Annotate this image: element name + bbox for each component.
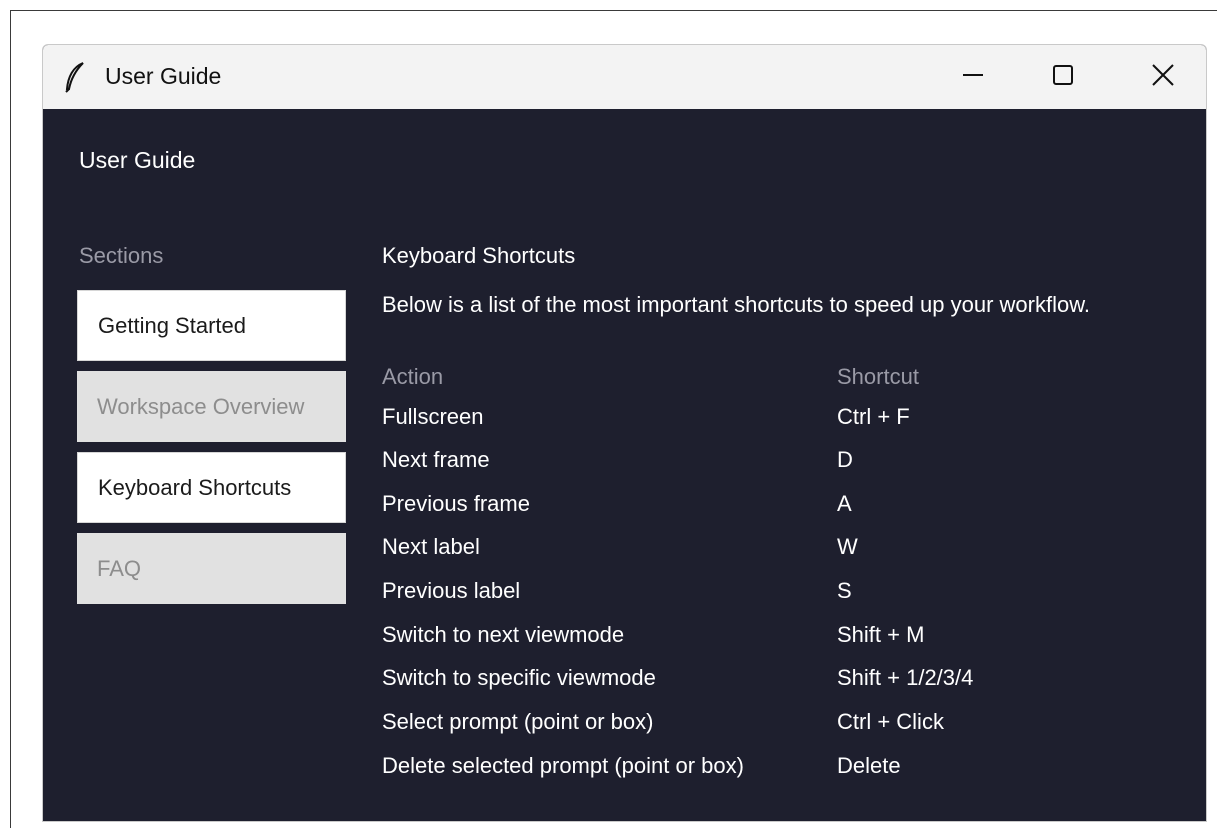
maximize-button[interactable] — [1018, 45, 1108, 109]
shortcut-cell: Ctrl + F — [837, 404, 910, 429]
action-cell: Select prompt (point or box) — [382, 709, 654, 734]
action-cell: Next frame — [382, 447, 490, 472]
close-button[interactable] — [1118, 45, 1206, 109]
action-cell: Delete selected prompt (point or box) — [382, 753, 744, 778]
shortcut-cell: Delete — [837, 753, 901, 778]
action-cell: Next label — [382, 534, 480, 559]
table-row: Previous label S — [382, 578, 1182, 618]
feather-icon — [63, 61, 87, 93]
sidebar-item-getting-started[interactable]: Getting Started — [77, 290, 346, 361]
sidebar-item-workspace-overview[interactable]: Workspace Overview — [77, 371, 346, 442]
section-description: Below is a list of the most important sh… — [382, 292, 1090, 317]
shortcut-cell: A — [837, 491, 852, 516]
sidebar-item-faq[interactable]: FAQ — [77, 533, 346, 604]
table-row: Switch to specific viewmode Shift + 1/2/… — [382, 665, 1182, 705]
table-row: Select prompt (point or box) Ctrl + Clic… — [382, 709, 1182, 749]
sidebar-item-keyboard-shortcuts[interactable]: Keyboard Shortcuts — [77, 452, 346, 523]
table-row: Previous frame A — [382, 491, 1182, 531]
guide-content: User Guide Sections Getting Started Work… — [43, 109, 1206, 821]
shortcut-cell: Ctrl + Click — [837, 709, 944, 734]
shortcut-cell: S — [837, 578, 852, 603]
action-cell: Switch to specific viewmode — [382, 665, 656, 690]
action-cell: Switch to next viewmode — [382, 622, 625, 647]
screen-frame: User Guide User Guide Sections Getting S… — [10, 10, 1217, 828]
user-guide-window: User Guide User Guide Sections Getting S… — [42, 44, 1207, 822]
action-cell: Previous label — [382, 578, 521, 603]
action-cell: Previous frame — [382, 491, 530, 516]
table-row: Next label W — [382, 534, 1182, 574]
section-title: Keyboard Shortcuts — [382, 243, 576, 268]
shortcut-cell: Shift + 1/2/3/4 — [837, 665, 974, 690]
shortcut-cell: Shift + M — [837, 622, 925, 647]
minimize-icon — [963, 65, 983, 90]
shortcut-cell: W — [837, 534, 858, 559]
shortcut-cell: D — [837, 447, 853, 472]
sections-label: Sections — [79, 243, 164, 268]
close-icon — [1152, 63, 1174, 91]
table-row: Next frame D — [382, 447, 1182, 487]
table-row: Delete selected prompt (point or box) De… — [382, 753, 1182, 793]
column-header-action: Action — [382, 364, 444, 389]
table-row: Fullscreen Ctrl + F — [382, 404, 1182, 444]
action-cell: Fullscreen — [382, 404, 484, 429]
page-title: User Guide — [79, 147, 196, 173]
column-header-shortcut: Shortcut — [837, 364, 919, 389]
window-title: User Guide — [105, 63, 222, 89]
maximize-icon — [1053, 64, 1073, 90]
minimize-button[interactable] — [928, 45, 1018, 109]
title-bar[interactable]: User Guide — [43, 45, 1206, 109]
table-row: Switch to next viewmode Shift + M — [382, 622, 1182, 662]
